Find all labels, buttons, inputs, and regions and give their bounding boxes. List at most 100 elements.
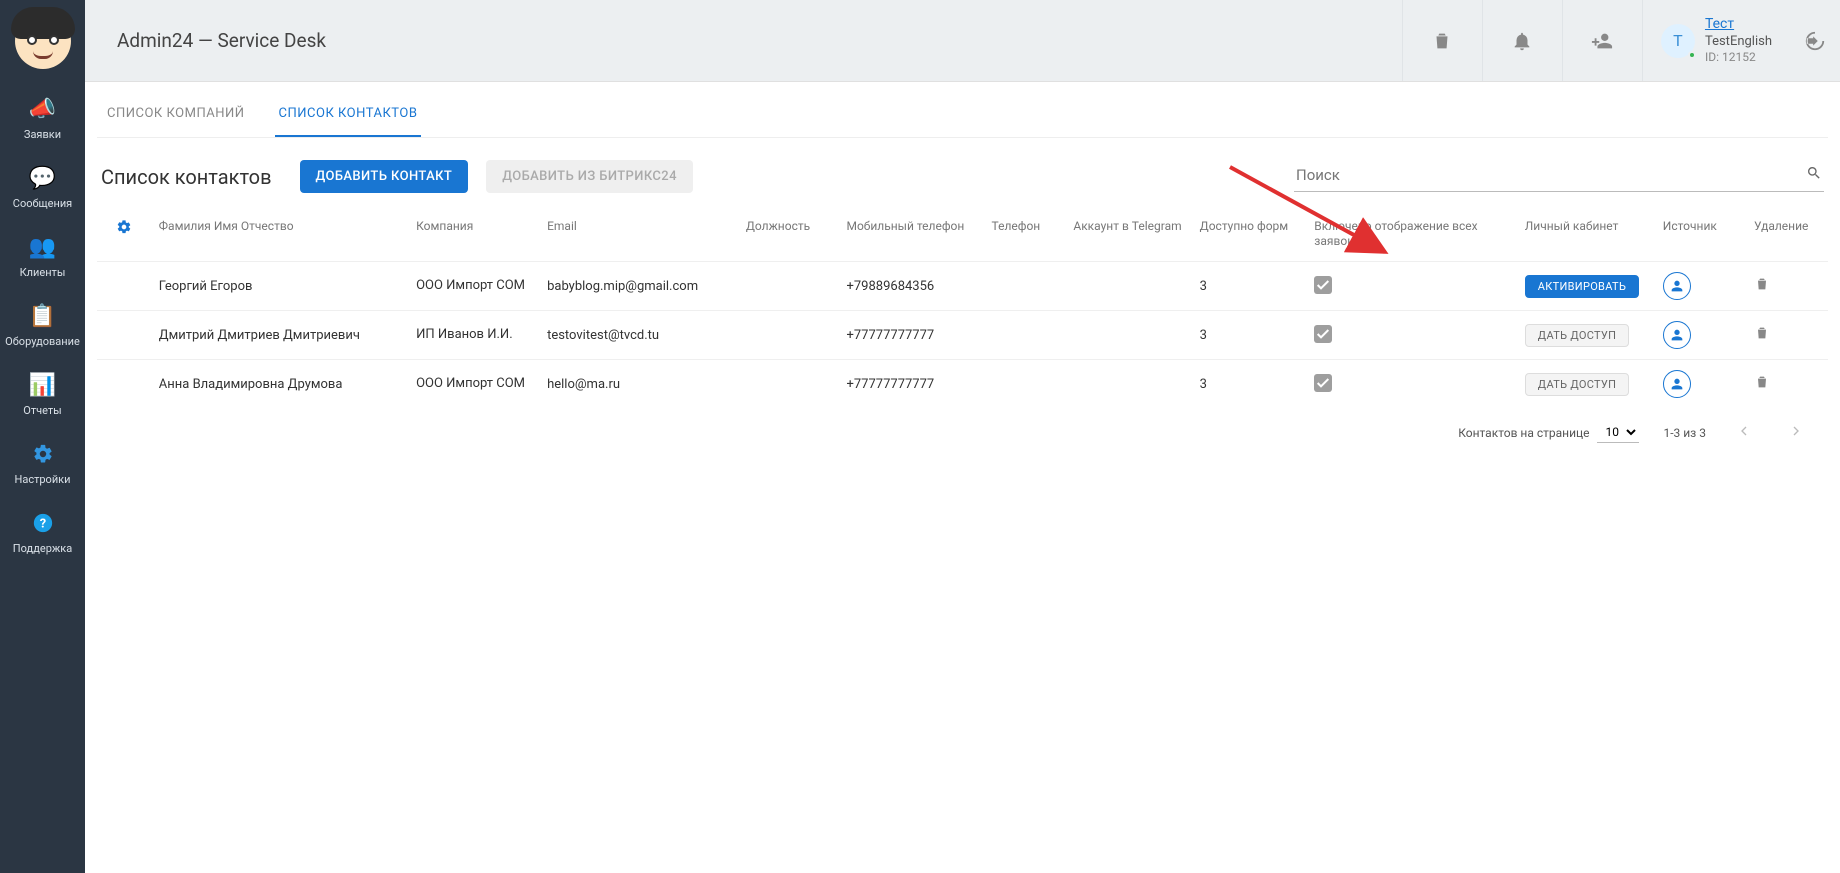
avatar-logo (0, 0, 85, 82)
page-title: Список контактов (101, 165, 272, 189)
add-contact-button[interactable]: ДОБАВИТЬ КОНТАКТ (300, 160, 469, 193)
check-icon (1315, 375, 1331, 391)
cell-telegram (1065, 311, 1191, 360)
sidebar-item-settings[interactable]: Настройки (0, 427, 85, 496)
cell-email: babyblog.mip@gmail.com (539, 262, 738, 311)
topbar: Admin24 — Service Desk Т Тест TestEnglis… (85, 0, 1840, 82)
add-user-button[interactable] (1562, 0, 1642, 81)
search-icon (1806, 165, 1822, 185)
per-page-select[interactable]: 10 (1597, 422, 1639, 443)
cell-position (738, 262, 839, 311)
checkbox-showall[interactable] (1314, 374, 1332, 392)
th-fio: Фамилия Имя Отчество (151, 209, 408, 262)
user-block[interactable]: Т Тест TestEnglish ID: 12152 (1642, 0, 1790, 81)
th-email: Email (539, 209, 738, 262)
search-box[interactable] (1294, 161, 1824, 192)
cell-company: ИП Иванов И.И. (408, 311, 539, 360)
sidebar-item-support[interactable]: ? Поддержка (0, 496, 85, 565)
cabinet-button[interactable]: ДАТЬ ДОСТУП (1525, 373, 1629, 396)
cell-mobile: +79889684356 (838, 262, 983, 311)
cell-phone (984, 262, 1066, 311)
tab-contacts[interactable]: СПИСОК КОНТАКТОВ (275, 96, 422, 137)
cell-position (738, 360, 839, 409)
trash-icon (1754, 325, 1770, 341)
chart-icon: 📊 (30, 372, 56, 398)
cell-email: testovitest@tvcd.tu (539, 311, 738, 360)
source-button[interactable] (1663, 321, 1691, 349)
th-mobile: Мобильный телефон (838, 209, 983, 262)
cell-fio: Дмитрий Дмитриев Дмитриевич (151, 311, 408, 360)
table-row[interactable]: Дмитрий Дмитриев Дмитриевич ИП Иванов И.… (97, 311, 1828, 360)
chevron-left-icon (1736, 423, 1752, 439)
person-icon (1669, 327, 1685, 343)
table-settings-icon[interactable] (116, 220, 132, 239)
pager-range: 1-3 из 3 (1663, 426, 1706, 440)
logout-button[interactable] (1790, 0, 1840, 81)
sidebar-item-clients[interactable]: 👥 Клиенты (0, 220, 85, 289)
cell-position (738, 311, 839, 360)
search-input[interactable] (1296, 166, 1806, 184)
per-page-label: Контактов на странице (1458, 426, 1589, 440)
checkbox-showall[interactable] (1314, 325, 1332, 343)
notifications-button[interactable] (1482, 0, 1562, 81)
delete-button[interactable] (1754, 376, 1770, 394)
cell-mobile: +77777777777 (838, 311, 983, 360)
sidebar-item-label: Сообщения (13, 197, 72, 210)
th-showall: Включено отображение всех заявок (1306, 209, 1517, 262)
help-icon: ? (30, 510, 56, 536)
cell-email: hello@ma.ru (539, 360, 738, 409)
sidebar-item-messages[interactable]: 💬 Сообщения (0, 151, 85, 220)
sidebar-item-label: Отчеты (23, 404, 61, 417)
user-initial: Т (1673, 31, 1683, 50)
user-sub: TestEnglish (1705, 34, 1772, 50)
delete-button[interactable] (1754, 278, 1770, 296)
tabs: СПИСОК КОМПАНИЙ СПИСОК КОНТАКТОВ (97, 82, 1828, 138)
logout-icon (1804, 30, 1826, 52)
cell-phone (984, 311, 1066, 360)
th-company: Компания (408, 209, 539, 262)
pager-prev[interactable] (1730, 423, 1758, 442)
cell-forms: 3 (1192, 360, 1307, 409)
cell-fio: Георгий Егоров (151, 262, 408, 311)
sidebar-item-equipment[interactable]: 📋 Оборудование (0, 289, 85, 358)
user-name-link[interactable]: Тест (1705, 16, 1772, 34)
trash-button[interactable] (1402, 0, 1482, 81)
th-phone: Телефон (984, 209, 1066, 262)
sidebar-item-label: Настройки (15, 473, 71, 486)
sidebar-item-label: Клиенты (20, 266, 66, 279)
trash-icon (1431, 30, 1453, 52)
checkbox-showall[interactable] (1314, 276, 1332, 294)
trash-icon (1754, 374, 1770, 390)
person-icon (1669, 376, 1685, 392)
avatar-face (15, 13, 71, 69)
sidebar-item-reports[interactable]: 📊 Отчеты (0, 358, 85, 427)
people-icon: 👥 (30, 234, 56, 260)
bell-icon (1511, 30, 1533, 52)
check-icon (1315, 277, 1331, 293)
delete-button[interactable] (1754, 327, 1770, 345)
cabinet-button[interactable]: АКТИВИРОВАТЬ (1525, 275, 1639, 298)
th-position: Должность (738, 209, 839, 262)
chat-icon: 💬 (30, 165, 56, 191)
chevron-right-icon (1788, 423, 1804, 439)
cell-forms: 3 (1192, 262, 1307, 311)
th-forms: Доступно форм (1192, 209, 1307, 262)
add-from-bitrix-button: ДОБАВИТЬ ИЗ БИТРИКС24 (486, 160, 693, 193)
svg-text:?: ? (39, 517, 45, 532)
status-dot-icon (1688, 51, 1696, 59)
th-source: Источник (1655, 209, 1746, 262)
sidebar-item-label: Поддержка (13, 542, 72, 555)
cabinet-button[interactable]: ДАТЬ ДОСТУП (1525, 324, 1629, 347)
th-delete: Удаление (1746, 209, 1828, 262)
pager-next[interactable] (1782, 423, 1810, 442)
table-row[interactable]: Георгий Егоров ООО Импорт COM babyblog.m… (97, 262, 1828, 311)
cell-forms: 3 (1192, 311, 1307, 360)
source-button[interactable] (1663, 272, 1691, 300)
source-button[interactable] (1663, 370, 1691, 398)
tab-companies[interactable]: СПИСОК КОМПАНИЙ (103, 96, 249, 137)
user-id: ID: 12152 (1705, 50, 1772, 65)
cell-phone (984, 360, 1066, 409)
sidebar-item-requests[interactable]: 📣 Заявки (0, 82, 85, 151)
table-row[interactable]: Анна Владимировна Друмова ООО Импорт COM… (97, 360, 1828, 409)
cell-telegram (1065, 262, 1191, 311)
